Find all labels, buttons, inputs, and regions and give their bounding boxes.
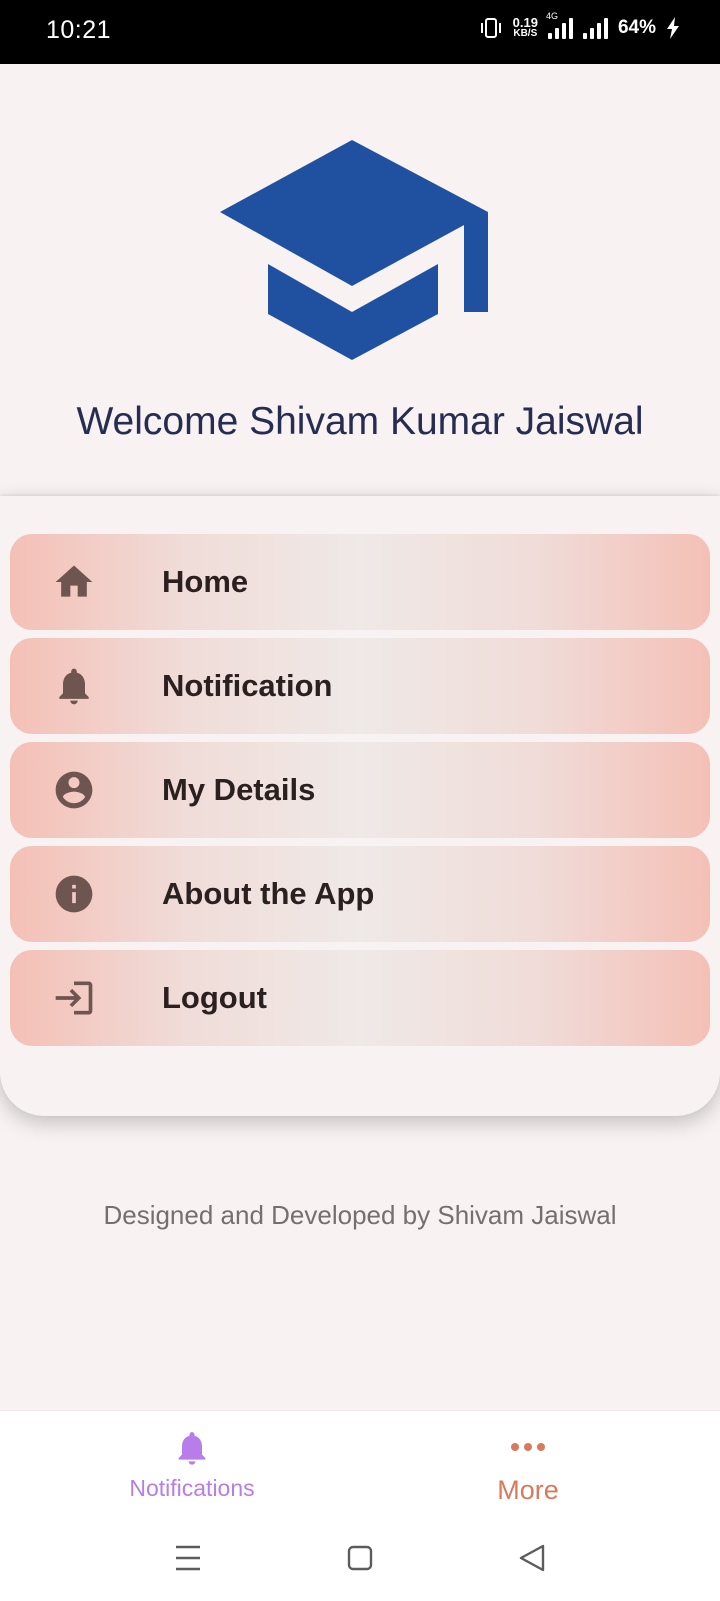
menu-item-my-details[interactable]: My Details xyxy=(10,742,710,838)
status-icons: 0.19 KB/S 4G 64% xyxy=(479,11,680,39)
network-speed: 0.19 KB/S xyxy=(512,15,538,39)
system-navigation xyxy=(0,1543,720,1583)
account-circle-icon xyxy=(55,771,93,809)
menu-item-home[interactable]: Home xyxy=(10,534,710,630)
charging-icon xyxy=(667,17,679,39)
bottom-nav: Notifications More xyxy=(0,1410,720,1601)
menu-item-logout[interactable]: Logout xyxy=(10,950,710,1046)
tab-label: More xyxy=(497,1475,559,1505)
developer-credit: Designed and Developed by Shivam Jaiswal xyxy=(103,1200,617,1230)
signal-4g: 4G xyxy=(546,11,573,39)
status-time: 10:21 xyxy=(46,16,112,44)
menu-item-label: Home xyxy=(162,564,249,599)
more-horizontal-icon xyxy=(511,1443,545,1451)
network-speed-value: 0.19 xyxy=(512,15,538,30)
tab-notifications[interactable]: Notifications xyxy=(12,1411,372,1521)
home-icon xyxy=(55,565,93,597)
graduation-cap-icon xyxy=(220,140,488,360)
vibrate-icon xyxy=(480,18,501,38)
bell-icon xyxy=(178,1432,206,1465)
welcome-title: Welcome Shivam Kumar Jaiswal xyxy=(76,400,644,443)
battery-level: 64% xyxy=(617,17,656,38)
info-icon xyxy=(55,875,93,913)
home-square-icon[interactable] xyxy=(347,1543,373,1573)
menu-icon[interactable] xyxy=(174,1543,202,1573)
menu-item-about-app[interactable]: About the App xyxy=(10,846,710,942)
menu-item-label: My Details xyxy=(162,772,316,807)
signal-bars-icon xyxy=(582,17,608,39)
status-bar: 10:21 0.19 KB/S 4G 64% xyxy=(0,0,720,64)
network-type: 4G xyxy=(545,11,558,21)
tab-label: Notifications xyxy=(129,1475,255,1501)
network-speed-unit: KB/S xyxy=(513,28,538,39)
menu-item-label: Logout xyxy=(162,980,268,1015)
back-triangle-icon[interactable] xyxy=(518,1543,546,1573)
bell-icon xyxy=(59,668,89,705)
menu-item-notification[interactable]: Notification xyxy=(10,638,710,734)
menu-card: Home Notification My Details About the A… xyxy=(0,496,720,1116)
logout-icon xyxy=(55,981,93,1015)
tab-more[interactable]: More xyxy=(348,1411,708,1521)
menu-item-label: About the App xyxy=(162,876,375,911)
menu-item-label: Notification xyxy=(162,668,333,703)
